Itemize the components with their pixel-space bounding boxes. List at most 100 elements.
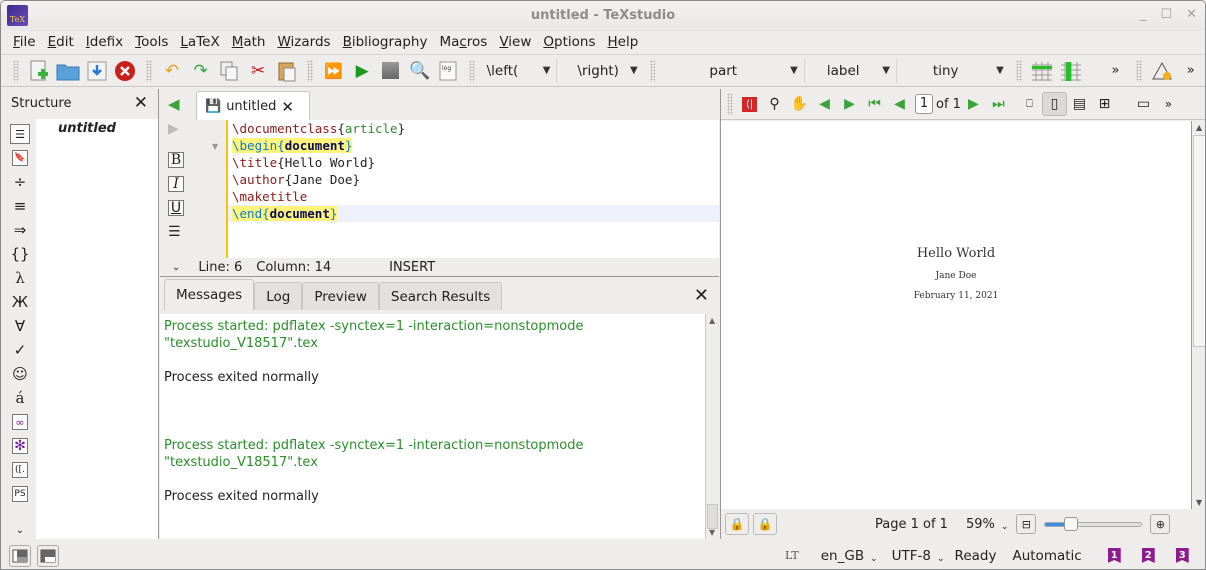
paste-icon[interactable] <box>275 58 300 84</box>
toolbar-overflow-icon[interactable]: » <box>1178 58 1203 84</box>
special-icon[interactable]: ✻ <box>5 434 35 458</box>
right-delimiter-combo[interactable]: \right) ▼ <box>557 59 643 83</box>
table-row-icon[interactable] <box>1030 58 1055 84</box>
underline-icon[interactable]: U <box>168 200 184 216</box>
tab-log[interactable]: Log <box>254 282 303 310</box>
toolbar-grip[interactable] <box>727 93 733 115</box>
structure-root-item[interactable]: untitled <box>36 119 158 136</box>
encoding-dropdown-icon[interactable]: ⌄ <box>937 554 945 564</box>
code-editor[interactable]: \documentclass{article} \begin{document} \… <box>226 120 719 258</box>
view-log-icon[interactable]: log <box>436 58 461 84</box>
scroll-up-icon[interactable]: ▲ <box>1196 123 1202 132</box>
close-tab-icon[interactable]: ✕ <box>281 98 294 116</box>
code-line[interactable]: \author{Jane Doe} <box>228 171 719 188</box>
pstricks-icon[interactable]: PS <box>5 482 35 506</box>
brackets-icon[interactable]: ([. <box>5 458 35 482</box>
code-line[interactable]: \documentclass{article} <box>228 120 719 137</box>
tab-messages[interactable]: Messages <box>164 279 255 310</box>
warning-icon[interactable] <box>1150 58 1175 84</box>
tab-untitled[interactable]: 💾 untitled ✕ <box>196 91 310 121</box>
menu-options[interactable]: Options <box>537 33 601 53</box>
view-pdf-icon[interactable]: 🔍 <box>407 58 432 84</box>
undo-icon[interactable]: ↶ <box>160 58 185 84</box>
toolbar-grip[interactable] <box>1135 59 1142 82</box>
menu-view[interactable]: View <box>493 33 537 53</box>
scroll-lock-icon[interactable]: 🔒 <box>753 513 777 535</box>
grid-view-icon[interactable]: ⊞ <box>1092 92 1117 116</box>
section-combo[interactable]: part ▼ <box>661 58 805 83</box>
language-selector[interactable]: en_GB <box>821 548 864 564</box>
zoom-dropdown-icon[interactable]: ⌄ <box>1001 522 1009 532</box>
more-icons-chevron-icon[interactable]: ⌄ <box>5 518 35 542</box>
toolbar-grip[interactable] <box>307 59 314 82</box>
bold-icon[interactable]: B <box>168 152 184 168</box>
tab-search-results[interactable]: Search Results <box>378 282 503 310</box>
operators-icon[interactable]: ÷ <box>5 170 35 194</box>
zoom-level[interactable]: 59% <box>966 517 995 532</box>
menu-edit[interactable]: Edit <box>42 33 80 53</box>
fold-marker-icon[interactable]: ▼ <box>212 142 218 151</box>
languagetool-icon[interactable]: LT <box>785 549 799 562</box>
menu-bibliography[interactable]: Bibliography <box>337 33 434 53</box>
two-page-icon[interactable]: ▤ <box>1067 92 1092 116</box>
pdf-scrollbar[interactable]: ▲ ▼ <box>1191 121 1205 509</box>
copy-icon[interactable] <box>217 58 242 84</box>
pdf-page[interactable]: Hello World Jane Doe February 11, 2021 <box>721 121 1191 509</box>
code-line[interactable]: \begin{document} <box>228 137 719 154</box>
toggle-sidebar-icon[interactable]: ▭ <box>1131 92 1156 116</box>
external-viewer-icon[interactable]: ⟨| <box>737 92 762 116</box>
open-folder-icon[interactable] <box>55 58 80 84</box>
delimiters-icon[interactable]: {} <box>5 242 35 266</box>
toolbar-grip[interactable] <box>468 59 475 82</box>
favorites-icon[interactable]: ∞ <box>5 410 35 434</box>
reference-combo[interactable]: label ▼ <box>805 58 897 83</box>
last-page-icon[interactable]: ⏭ <box>986 92 1011 116</box>
close-file-icon[interactable] <box>113 58 138 84</box>
misc-math-icon[interactable]: ∀ <box>5 314 35 338</box>
toggle-messages-icon[interactable] <box>37 544 59 567</box>
greek-icon[interactable]: λ <box>5 266 35 290</box>
continuous-page-icon[interactable]: ▯ <box>1041 92 1067 116</box>
page-number-input[interactable]: 1 <box>915 94 933 114</box>
grammar-mode[interactable]: Automatic <box>1012 548 1081 564</box>
toggle-structure-icon[interactable] <box>9 544 31 567</box>
close-messages-icon[interactable]: ✕ <box>694 285 709 306</box>
bookmark-1-icon[interactable]: 1 <box>1107 548 1121 563</box>
menu-math[interactable]: Math <box>226 33 272 53</box>
toolbar-grip[interactable] <box>1015 59 1022 82</box>
italic-icon[interactable]: I <box>168 176 184 192</box>
menu-macros[interactable]: Macros <box>433 33 493 53</box>
stop-icon[interactable] <box>379 58 404 84</box>
zoom-out-icon[interactable]: ⊟ <box>1016 514 1037 534</box>
single-page-icon[interactable]: ⎕ <box>1017 92 1042 116</box>
table-column-icon[interactable] <box>1058 58 1083 84</box>
bookmark-3-icon[interactable]: 3 <box>1175 548 1189 563</box>
build-and-view-icon[interactable]: ⏩ <box>321 58 346 84</box>
forward-arrow-icon[interactable]: ▶ <box>168 121 179 137</box>
align-icon[interactable]: ☰ <box>168 224 181 240</box>
compile-icon[interactable]: ▶ <box>350 58 375 84</box>
expand-chevron-icon[interactable]: ⌄ <box>172 262 180 273</box>
next-page-icon[interactable]: ▶ <box>961 92 986 116</box>
scroll-up-icon[interactable]: ▲ <box>709 316 715 325</box>
tab-preview[interactable]: Preview <box>302 282 379 310</box>
code-line[interactable]: \end{document} <box>228 205 719 222</box>
magnifier-icon[interactable]: ⚲ <box>762 92 787 116</box>
pdf-toolbar-overflow-icon[interactable]: » <box>1156 92 1181 116</box>
save-icon[interactable] <box>84 58 109 84</box>
toolbar-grip[interactable] <box>13 59 19 82</box>
redo-icon[interactable]: ↷ <box>188 58 213 84</box>
menu-file[interactable]: File <box>7 33 42 53</box>
misc-text-icon[interactable]: ✓ <box>5 338 35 362</box>
forward-icon[interactable]: ▶ <box>837 92 862 116</box>
arrows-icon[interactable]: ⇒ <box>5 218 35 242</box>
first-page-icon[interactable]: ⏮ <box>862 92 887 116</box>
scroll-down-icon[interactable]: ▼ <box>1196 498 1202 507</box>
back-icon[interactable]: ◀ <box>812 92 837 116</box>
menu-latex[interactable]: LaTeX <box>174 33 225 53</box>
toolbar-grip[interactable] <box>649 59 656 82</box>
menu-help[interactable]: Help <box>602 33 645 53</box>
minimize-icon[interactable]: _ <box>1140 7 1147 22</box>
font-size-combo[interactable]: tiny ▼ <box>897 59 1010 83</box>
encoding-selector[interactable]: UTF-8 <box>892 548 931 564</box>
